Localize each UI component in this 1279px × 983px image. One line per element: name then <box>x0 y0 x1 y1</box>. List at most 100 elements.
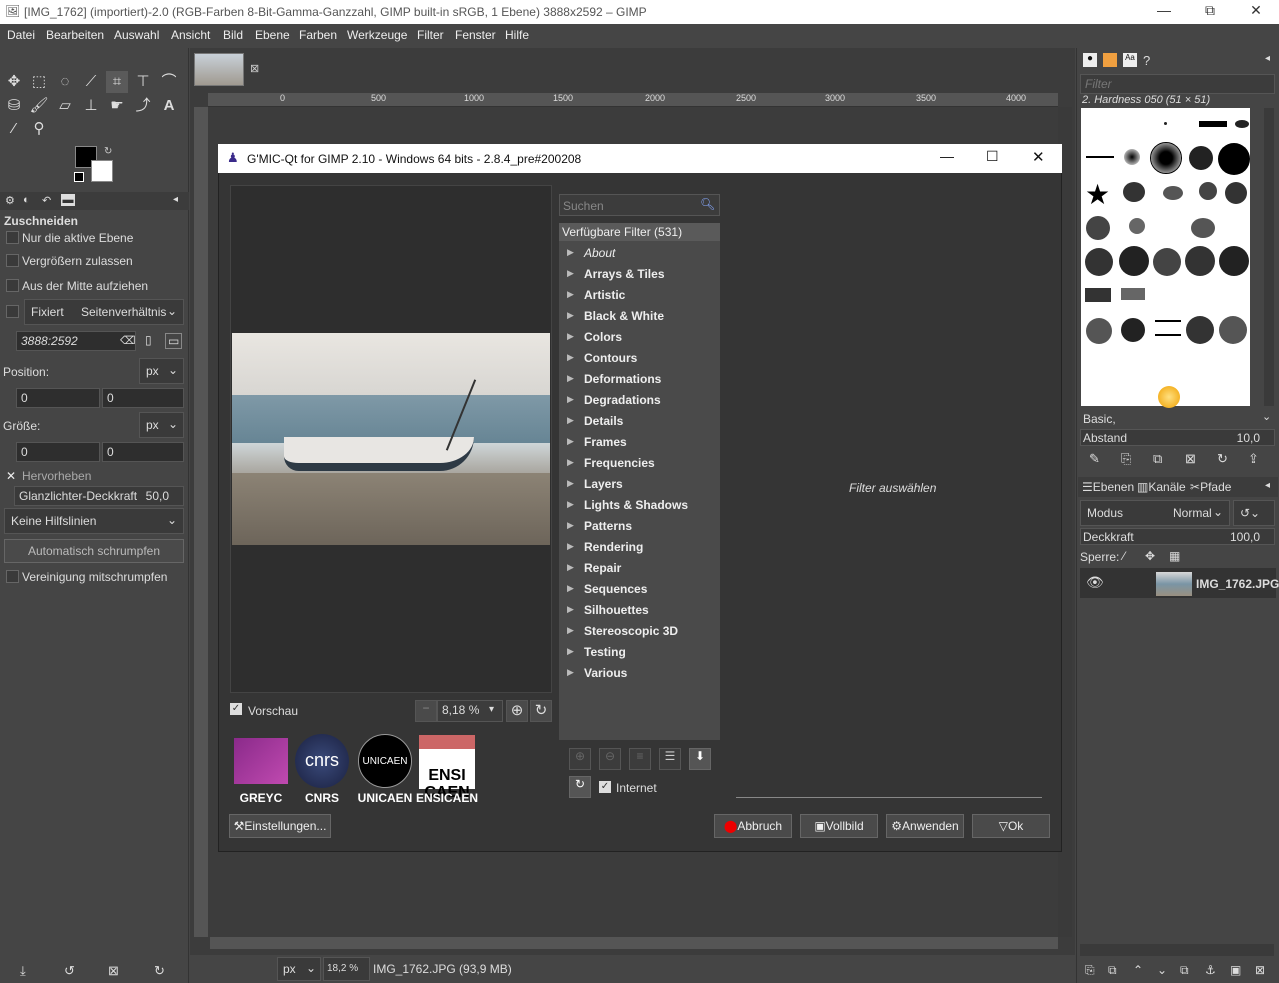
brush-scrollbar[interactable] <box>1264 108 1274 406</box>
text-tool-icon[interactable]: A <box>158 95 180 117</box>
filter-category-item[interactable]: Deformations <box>584 372 661 386</box>
mask-layer-icon[interactable]: ▣ <box>1230 963 1241 977</box>
highlight-opacity-slider[interactable]: Glanzlichter-Deckkraft 50,0 <box>14 486 184 506</box>
portrait-icon[interactable]: ▯ <box>145 333 152 347</box>
filter-category-item[interactable]: Contours <box>584 351 637 365</box>
zoom-tool-icon[interactable]: ⚲ <box>28 118 50 140</box>
rename-fave-button[interactable]: ≡ <box>629 748 651 770</box>
zoom-in-button[interactable]: ⊕ <box>506 700 528 722</box>
filter-category-item[interactable]: Stereoscopic 3D <box>584 624 678 638</box>
device-status-tab-icon[interactable]: ◐ <box>23 194 30 206</box>
expand-arrow-icon[interactable]: ▶ <box>567 394 574 405</box>
filter-category-item[interactable]: Artistic <box>584 288 625 302</box>
open-brush-icon[interactable]: ⇪ <box>1248 451 1259 467</box>
clear-ratio-icon[interactable]: ⌫ <box>120 334 136 347</box>
bucket-fill-tool-icon[interactable]: ⛁ <box>3 95 25 117</box>
position-unit-dropdown[interactable]: px ⌄ <box>139 358 184 384</box>
anchor-layer-icon[interactable]: ⚓︎ <box>1205 963 1216 977</box>
filter-category-item[interactable]: Lights & Shadows <box>584 498 688 512</box>
filter-category-item[interactable]: Colors <box>584 330 622 344</box>
cancel-button[interactable]: ⬤Abbruch <box>714 814 792 838</box>
new-brush-icon[interactable]: ⎘ <box>1121 451 1131 467</box>
menu-ebene[interactable]: Ebene <box>255 28 290 42</box>
filter-category-item[interactable]: Various <box>584 666 627 680</box>
expand-arrow-icon[interactable]: ▶ <box>567 667 574 678</box>
undo-history-tab-icon[interactable]: ↶ <box>42 194 51 207</box>
expand-arrow-icon[interactable]: ▶ <box>567 331 574 342</box>
layers-scrollbar[interactable] <box>1080 944 1274 956</box>
expand-arrow-icon[interactable]: ▶ <box>567 373 574 384</box>
close-window-button[interactable]: ✕ <box>1233 2 1279 22</box>
settings-button[interactable]: ⚒Einstellungen... <box>229 814 331 838</box>
auto-shrink-button[interactable]: Automatisch schrumpfen <box>4 539 184 563</box>
lock-position-icon[interactable]: ✥ <box>1145 549 1155 563</box>
gmic-maximize-button[interactable]: ☐ <box>986 148 999 165</box>
menu-filter[interactable]: Filter <box>417 28 444 42</box>
horizontal-scrollbar[interactable] <box>210 937 1058 949</box>
chevron-down-icon[interactable]: ⌄ <box>1262 410 1271 423</box>
expand-arrow-icon[interactable]: ▶ <box>567 520 574 531</box>
expand-arrow-icon[interactable]: ▶ <box>567 289 574 300</box>
shrink-merged-checkbox[interactable] <box>6 570 19 583</box>
expand-arrow-icon[interactable]: ▶ <box>567 625 574 636</box>
filter-category-item[interactable]: Testing <box>584 645 626 659</box>
reset-options-icon[interactable]: ↻ <box>154 963 165 979</box>
clone-tool-icon[interactable]: ⊥ <box>80 95 102 117</box>
size-y-input[interactable]: 0 <box>102 442 184 462</box>
expand-arrow-icon[interactable]: ▶ <box>567 268 574 279</box>
color-picker-tool-icon[interactable]: ⁄ <box>3 118 25 140</box>
menu-ansicht[interactable]: Ansicht <box>171 28 210 42</box>
spacing-slider[interactable]: Abstand 10,0 <box>1080 429 1275 446</box>
filter-category-item[interactable]: Silhouettes <box>584 603 649 617</box>
tab-paths[interactable]: ✂Pfade <box>1190 480 1231 494</box>
eye-icon[interactable]: 👁︎ <box>1086 574 1104 591</box>
minimize-button[interactable]: — <box>1141 2 1187 22</box>
delete-options-icon[interactable]: ⊠ <box>108 963 119 979</box>
lock-pixels-icon[interactable]: ⁄ <box>1123 549 1125 563</box>
tab-layers[interactable]: ☰Ebenen <box>1082 480 1134 494</box>
position-x-input[interactable]: 0 <box>16 388 100 408</box>
new-layer-icon[interactable]: ⎘ <box>1085 963 1095 978</box>
expand-arrow-icon[interactable]: ▶ <box>567 562 574 573</box>
remove-fave-button[interactable]: ⊖ <box>599 748 621 770</box>
paintbrush-tool-icon[interactable]: 🖌 <box>28 95 50 117</box>
menu-auswahl[interactable]: Auswahl <box>114 28 159 42</box>
images-tab-icon[interactable]: ▬ <box>61 194 75 206</box>
fullscreen-button[interactable]: ▣Vollbild <box>800 814 878 838</box>
landscape-icon[interactable]: ▭ <box>165 333 183 349</box>
size-x-input[interactable]: 0 <box>16 442 100 462</box>
expand-arrow-icon[interactable]: ▶ <box>567 436 574 447</box>
unit-dropdown[interactable]: px ⌄ <box>277 957 321 981</box>
internet-checkbox[interactable]: ✓ <box>599 781 611 793</box>
filter-category-item[interactable]: Patterns <box>584 519 632 533</box>
lower-layer-icon[interactable]: ⌄ <box>1157 963 1167 977</box>
preview-checkbox[interactable]: ✓ <box>230 703 242 715</box>
brushes-tab-icon[interactable]: ● <box>1083 53 1097 67</box>
filter-category-item[interactable]: Layers <box>584 477 623 491</box>
close-image-tab-icon[interactable]: ⊠ <box>250 62 259 75</box>
brush-filter-input[interactable]: Filter <box>1080 74 1275 94</box>
zoom-reset-button[interactable]: ↻ <box>530 700 552 722</box>
filter-category-item[interactable]: Frames <box>584 435 627 449</box>
expand-arrow-icon[interactable]: ▶ <box>567 352 574 363</box>
ok-button[interactable]: ▽Ok <box>972 814 1050 838</box>
zoom-dropdown[interactable]: 18,2 % <box>323 957 370 981</box>
menu-bild[interactable]: Bild <box>223 28 243 42</box>
only-active-layer-checkbox[interactable] <box>6 231 19 244</box>
smudge-tool-icon[interactable]: ☛ <box>106 95 128 117</box>
warp-tool-icon[interactable]: ⌒ <box>158 71 180 93</box>
duplicate-layer-icon[interactable]: ⧉ <box>1180 963 1189 978</box>
download-filters-button[interactable]: ⬇ <box>689 748 711 770</box>
path-tool-icon[interactable]: ⤴ <box>132 95 154 117</box>
menu-werkzeuge[interactable]: Werkzeuge <box>347 28 407 42</box>
expand-arrow-icon[interactable]: ▶ <box>567 646 574 657</box>
move-tool-icon[interactable]: ✥ <box>3 71 25 93</box>
lock-alpha-icon[interactable]: ▦ <box>1169 549 1180 563</box>
patterns-tab-icon[interactable] <box>1103 53 1117 67</box>
filter-category-item[interactable]: Black & White <box>584 309 664 323</box>
layer-opacity-slider[interactable]: Deckkraft 100,0 <box>1080 528 1275 545</box>
expand-arrow-icon[interactable]: ▶ <box>567 499 574 510</box>
position-y-input[interactable]: 0 <box>102 388 184 408</box>
highlight-checkbox[interactable]: ✕ <box>6 469 16 483</box>
swap-colors-icon[interactable]: ↻ <box>104 146 112 157</box>
